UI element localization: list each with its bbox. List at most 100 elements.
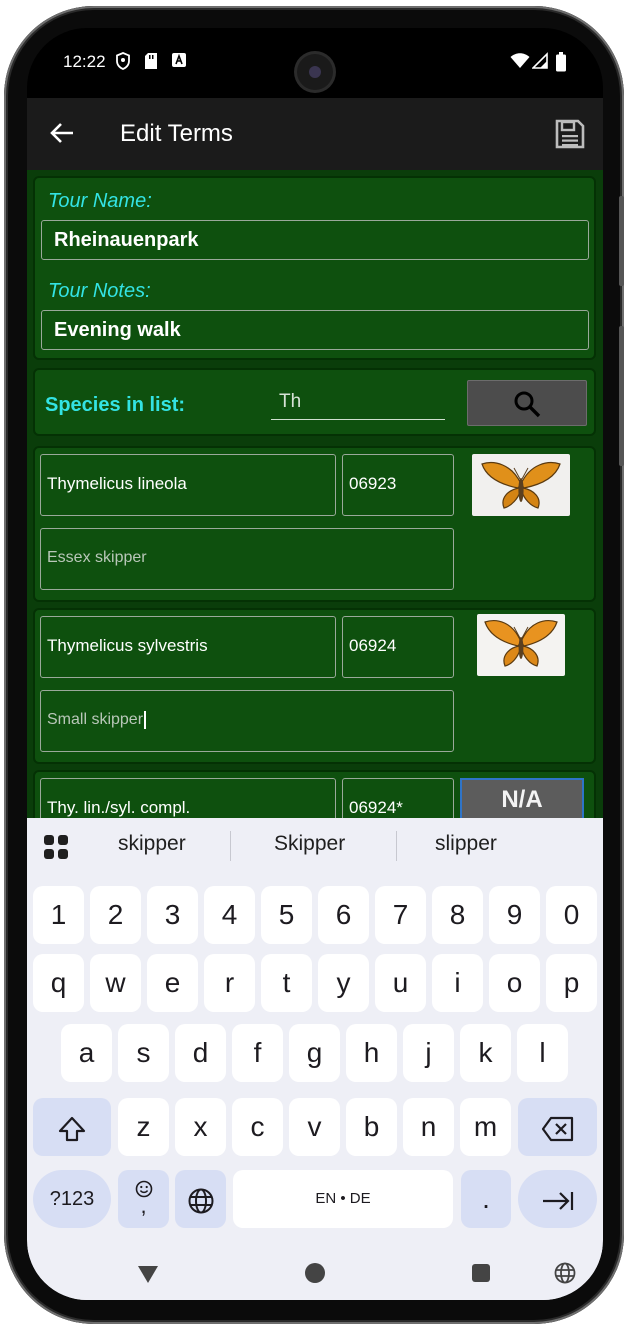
species-code-field[interactable]: 06924 bbox=[342, 616, 454, 678]
suggestion[interactable]: Skipper bbox=[274, 832, 345, 856]
sd-card-icon bbox=[143, 52, 159, 70]
common-name-field[interactable]: Small skipper bbox=[40, 690, 454, 752]
text-cursor bbox=[144, 710, 146, 729]
scientific-name-field[interactable]: Thymelicus sylvestris bbox=[40, 616, 336, 678]
key-h[interactable]: h bbox=[346, 1024, 397, 1082]
system-nav-bar bbox=[27, 1248, 603, 1300]
scientific-name-field[interactable]: Thymelicus lineola bbox=[40, 454, 336, 516]
comma-label: , bbox=[140, 1193, 147, 1218]
key-6[interactable]: 6 bbox=[318, 886, 369, 944]
emoji-key[interactable]: , bbox=[118, 1170, 169, 1228]
key-s[interactable]: s bbox=[118, 1024, 169, 1082]
signal-icon bbox=[531, 52, 548, 70]
key-c[interactable]: c bbox=[232, 1098, 283, 1156]
suggestion[interactable]: skipper bbox=[118, 832, 186, 856]
key-1[interactable]: 1 bbox=[33, 886, 84, 944]
key-a[interactable]: a bbox=[61, 1024, 112, 1082]
key-t[interactable]: t bbox=[261, 954, 312, 1012]
species-code-field[interactable]: 06923 bbox=[342, 454, 454, 516]
key-r[interactable]: r bbox=[204, 954, 255, 1012]
key-3[interactable]: 3 bbox=[147, 886, 198, 944]
key-0[interactable]: 0 bbox=[546, 886, 597, 944]
nav-back-icon[interactable] bbox=[137, 1264, 159, 1289]
screen: 12:22 Edit Terms Tour Name: Rheinauenpar… bbox=[27, 28, 603, 1300]
key-v[interactable]: v bbox=[289, 1098, 340, 1156]
search-icon bbox=[513, 390, 541, 423]
key-y[interactable]: y bbox=[318, 954, 369, 1012]
key-g[interactable]: g bbox=[289, 1024, 340, 1082]
save-icon[interactable] bbox=[555, 118, 585, 150]
key-2[interactable]: 2 bbox=[90, 886, 141, 944]
key-5[interactable]: 5 bbox=[261, 886, 312, 944]
battery-icon bbox=[555, 52, 567, 72]
key-o[interactable]: o bbox=[489, 954, 540, 1012]
page-title: Edit Terms bbox=[120, 120, 233, 147]
tour-card: Tour Name: Rheinauenpark Tour Notes: Eve… bbox=[33, 176, 596, 360]
tour-name-field[interactable]: Rheinauenpark bbox=[41, 220, 589, 260]
key-x[interactable]: x bbox=[175, 1098, 226, 1156]
front-camera bbox=[297, 54, 333, 90]
species-search-card: Species in list: Th bbox=[33, 368, 596, 436]
shift-icon bbox=[57, 1111, 87, 1142]
backspace-icon bbox=[541, 1111, 575, 1142]
period-key[interactable]: . bbox=[461, 1170, 511, 1228]
keyboard-a-icon bbox=[171, 52, 187, 70]
key-q[interactable]: q bbox=[33, 954, 84, 1012]
key-z[interactable]: z bbox=[118, 1098, 169, 1156]
key-d[interactable]: d bbox=[175, 1024, 226, 1082]
key-8[interactable]: 8 bbox=[432, 886, 483, 944]
key-f[interactable]: f bbox=[232, 1024, 283, 1082]
species-card: Thymelicus sylvestris 06924 Small skippe… bbox=[33, 608, 596, 764]
key-j[interactable]: j bbox=[403, 1024, 454, 1082]
app-bar: Edit Terms bbox=[27, 98, 603, 170]
key-9[interactable]: 9 bbox=[489, 886, 540, 944]
symbols-key[interactable]: ?123 bbox=[33, 1170, 111, 1228]
no-image-text: N/A bbox=[501, 786, 543, 813]
key-7[interactable]: 7 bbox=[375, 886, 426, 944]
key-w[interactable]: w bbox=[90, 954, 141, 1012]
space-key[interactable]: EN • DE bbox=[233, 1170, 453, 1228]
tour-notes-field[interactable]: Evening walk bbox=[41, 310, 589, 350]
backspace-key[interactable] bbox=[518, 1098, 597, 1156]
key-n[interactable]: n bbox=[403, 1098, 454, 1156]
common-name-field[interactable]: Essex skipper bbox=[40, 528, 454, 590]
tour-name-label: Tour Name: bbox=[48, 190, 152, 212]
key-l[interactable]: l bbox=[517, 1024, 568, 1082]
key-k[interactable]: k bbox=[460, 1024, 511, 1082]
species-card: Thymelicus lineola 06923 Essex skipper bbox=[33, 446, 596, 602]
key-e[interactable]: e bbox=[147, 954, 198, 1012]
content-area: Tour Name: Rheinauenpark Tour Notes: Eve… bbox=[27, 170, 603, 840]
keyboard: skipper Skipper slipper 1 2 3 4 5 6 7 8 … bbox=[27, 818, 603, 1300]
nav-home-icon[interactable] bbox=[304, 1262, 326, 1289]
key-i[interactable]: i bbox=[432, 954, 483, 1012]
suggestion[interactable]: slipper bbox=[435, 832, 497, 856]
key-4[interactable]: 4 bbox=[204, 886, 255, 944]
key-u[interactable]: u bbox=[375, 954, 426, 1012]
shield-icon bbox=[115, 52, 131, 70]
status-bar: 12:22 bbox=[27, 28, 603, 98]
back-arrow-icon[interactable] bbox=[49, 116, 79, 150]
status-time: 12:22 bbox=[63, 52, 106, 71]
globe-icon[interactable] bbox=[554, 1262, 576, 1289]
nav-recents-icon[interactable] bbox=[471, 1263, 491, 1288]
shift-key[interactable] bbox=[33, 1098, 111, 1156]
apps-grid-icon[interactable] bbox=[43, 834, 69, 865]
key-b[interactable]: b bbox=[346, 1098, 397, 1156]
butterfly-image[interactable] bbox=[477, 614, 565, 676]
butterfly-image[interactable] bbox=[472, 454, 570, 516]
globe-icon bbox=[187, 1183, 215, 1214]
tour-notes-label: Tour Notes: bbox=[48, 280, 151, 302]
wifi-icon bbox=[510, 52, 530, 70]
species-in-list-label: Species in list: bbox=[45, 394, 186, 416]
suggestion-divider bbox=[396, 831, 397, 861]
common-name-text: Small skipper bbox=[47, 711, 144, 728]
volume-button bbox=[619, 196, 624, 286]
search-button[interactable] bbox=[467, 380, 587, 426]
enter-icon bbox=[541, 1183, 575, 1214]
species-search-input[interactable]: Th bbox=[271, 382, 445, 420]
enter-key[interactable] bbox=[518, 1170, 597, 1228]
language-key[interactable] bbox=[175, 1170, 226, 1228]
key-p[interactable]: p bbox=[546, 954, 597, 1012]
key-m[interactable]: m bbox=[460, 1098, 511, 1156]
suggestion-divider bbox=[230, 831, 231, 861]
